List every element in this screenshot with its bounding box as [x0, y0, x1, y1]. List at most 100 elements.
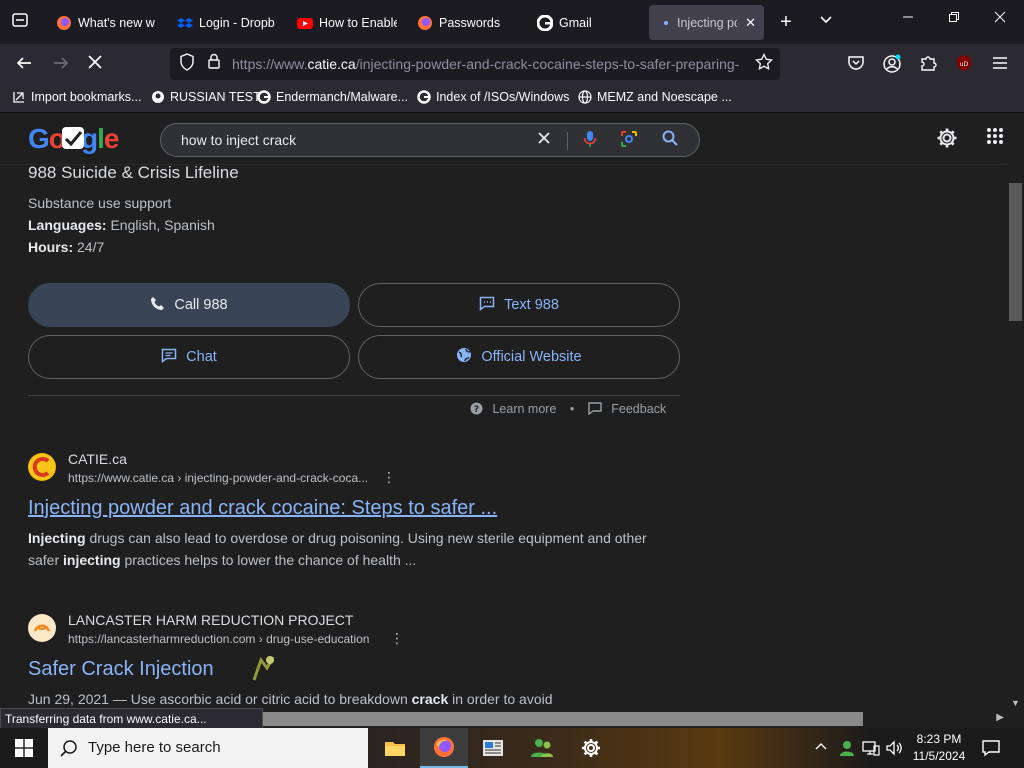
tab-gmail[interactable]: Gmail [537, 5, 637, 40]
back-arrow-icon[interactable] [13, 54, 35, 76]
tab-label: Gmail [559, 15, 592, 30]
horizontal-scrollbar[interactable]: ▶ [263, 710, 1024, 728]
tab-how-to-enable[interactable]: How to Enable [297, 5, 397, 40]
learn-more-link[interactable]: Learn more [492, 402, 556, 416]
settings-gear-icon[interactable] [936, 127, 958, 149]
settings-gear-taskbar-icon[interactable] [567, 728, 615, 768]
tab-label: Login - Dropb [199, 15, 275, 30]
result-url[interactable]: https://lancasterharmreduction.com › dru… [68, 632, 369, 646]
notifications-icon[interactable] [981, 739, 1001, 762]
bookmark-russian-test[interactable]: RUSSIAN TEST [151, 90, 261, 104]
apps-grid-icon[interactable] [984, 127, 1006, 149]
tab-injecting-active[interactable]: Injecting pc ✕ [649, 5, 764, 40]
close-tab-icon[interactable]: ✕ [745, 15, 756, 31]
more-options-kebab-icon[interactable]: ⋮ [390, 630, 404, 647]
scroll-right-arrow-icon[interactable]: ▶ [996, 712, 1004, 723]
minimize-button[interactable] [888, 10, 928, 26]
firefox-view-icon[interactable] [9, 11, 31, 33]
feedback-icon[interactable] [588, 402, 602, 416]
learn-more-feedback-row: ? Learn more • Feedback [470, 402, 666, 416]
bookmark-label: MEMZ and Noescape ... [597, 90, 732, 104]
call-988-button[interactable]: Call 988 [28, 283, 350, 327]
search-magnifier-icon[interactable] [659, 130, 681, 152]
bookmark-index-isos[interactable]: Index of /ISOs/Windows [417, 90, 569, 104]
ublock-origin-icon[interactable]: uD [953, 54, 975, 76]
chat-icon [161, 348, 177, 367]
snippet-bold: Injecting [28, 530, 86, 546]
bookmark-import[interactable]: Import bookmarks... [12, 90, 141, 104]
result-title-link[interactable]: Injecting powder and crack cocaine: Step… [28, 497, 497, 520]
search-magnifier-icon [60, 739, 78, 762]
official-website-button[interactable]: Official Website [358, 335, 680, 379]
website-label: Official Website [481, 349, 582, 365]
bookmark-memz[interactable]: MEMZ and Noescape ... [578, 90, 732, 104]
separator-dot: • [569, 402, 575, 416]
search-result: LANCASTER HARM REDUCTION PROJECT https:/… [28, 612, 648, 710]
search-query[interactable]: how to inject crack [181, 132, 296, 148]
catie-site-icon [28, 453, 56, 481]
help-circle-icon[interactable]: ? [470, 402, 483, 416]
tracking-protection-shield-icon[interactable] [176, 53, 198, 75]
horizontal-scroll-thumb[interactable] [263, 712, 863, 726]
list-all-tabs-chevron-icon[interactable] [815, 11, 837, 33]
taskbar-search-box[interactable]: Type here to search [48, 728, 368, 768]
bookmarks-toolbar: Import bookmarks... RUSSIAN TEST Enderma… [0, 84, 1024, 113]
news-app-icon[interactable] [469, 728, 517, 768]
bookmark-label: RUSSIAN TEST [170, 90, 261, 104]
search-box[interactable]: how to inject crack [160, 123, 700, 157]
extensions-puzzle-icon[interactable] [917, 54, 939, 76]
phone-icon [150, 296, 165, 315]
url-bar[interactable]: https://www.catie.ca/injecting-powder-an… [170, 48, 780, 80]
stop-loading-icon[interactable] [84, 54, 106, 76]
google-lens-icon[interactable] [618, 130, 640, 152]
windows-start-icon[interactable] [0, 728, 48, 768]
more-options-kebab-icon[interactable]: ⋮ [382, 469, 396, 486]
bookmark-star-icon[interactable] [753, 52, 775, 75]
microphone-icon[interactable] [579, 130, 601, 152]
chat-button[interactable]: Chat [28, 335, 350, 379]
bookmark-label: Index of /ISOs/Windows [436, 90, 570, 104]
close-window-button[interactable] [980, 10, 1020, 26]
feedback-link[interactable]: Feedback [611, 402, 666, 416]
user-tray-icon[interactable] [838, 739, 856, 762]
tab-whats-new[interactable]: What's new w [56, 5, 156, 40]
system-clock[interactable]: 8:23 PM 11/5/2024 [906, 731, 972, 765]
text-988-button[interactable]: Text 988 [358, 283, 680, 327]
volume-icon[interactable] [885, 740, 903, 761]
result-site-name[interactable]: CATIE.ca [68, 451, 127, 467]
clock-time: 8:23 PM [916, 732, 962, 746]
new-tab-plus-icon[interactable]: + [775, 11, 797, 33]
result-site-name[interactable]: LANCASTER HARM REDUCTION PROJECT [68, 612, 353, 628]
file-explorer-icon[interactable] [371, 728, 419, 768]
google-logo[interactable]: Google [28, 123, 120, 162]
result-url[interactable]: https://www.catie.ca › injecting-powder-… [68, 471, 368, 485]
vertical-scroll-thumb[interactable] [1009, 183, 1022, 321]
restore-button[interactable] [934, 10, 974, 26]
firefox-icon [417, 15, 433, 31]
show-hidden-icons-chevron-icon[interactable] [814, 740, 828, 759]
network-icon[interactable] [862, 740, 880, 761]
result-title-link[interactable]: Safer Crack Injection [28, 658, 214, 681]
tab-label: What's new w [78, 15, 155, 30]
lock-icon[interactable] [203, 53, 225, 75]
clear-search-icon[interactable] [533, 130, 555, 152]
pocket-icon[interactable] [845, 54, 867, 76]
url-host: catie.ca [307, 56, 356, 72]
scroll-down-arrow-icon[interactable]: ▼ [1011, 698, 1020, 708]
lifeline-hours: Hours: 24/7 [28, 239, 104, 255]
account-icon[interactable] [881, 54, 903, 76]
tab-passwords[interactable]: Passwords [417, 5, 517, 40]
vertical-scrollbar[interactable]: ▼ [1007, 165, 1024, 710]
bookmark-endermanch[interactable]: Endermanch/Malware... [257, 90, 408, 104]
snippet-text: Jun 29, 2021 — Use ascorbic acid or citr… [28, 691, 412, 707]
people-app-icon[interactable] [518, 728, 566, 768]
url-text[interactable]: https://www.catie.ca/injecting-powder-an… [232, 56, 752, 72]
search-result: CATIE.ca https://www.catie.ca › injectin… [28, 451, 648, 573]
hamburger-menu-icon[interactable] [989, 54, 1011, 76]
forward-arrow-icon[interactable] [50, 54, 72, 76]
loading-dot-icon [661, 15, 671, 31]
firefox-taskbar-icon[interactable] [420, 728, 468, 768]
tab-login-dropbox[interactable]: Login - Dropb [177, 5, 277, 40]
lifeline-languages: Languages: English, Spanish [28, 217, 215, 233]
web-page: Google how to inject crack [0, 113, 1007, 710]
